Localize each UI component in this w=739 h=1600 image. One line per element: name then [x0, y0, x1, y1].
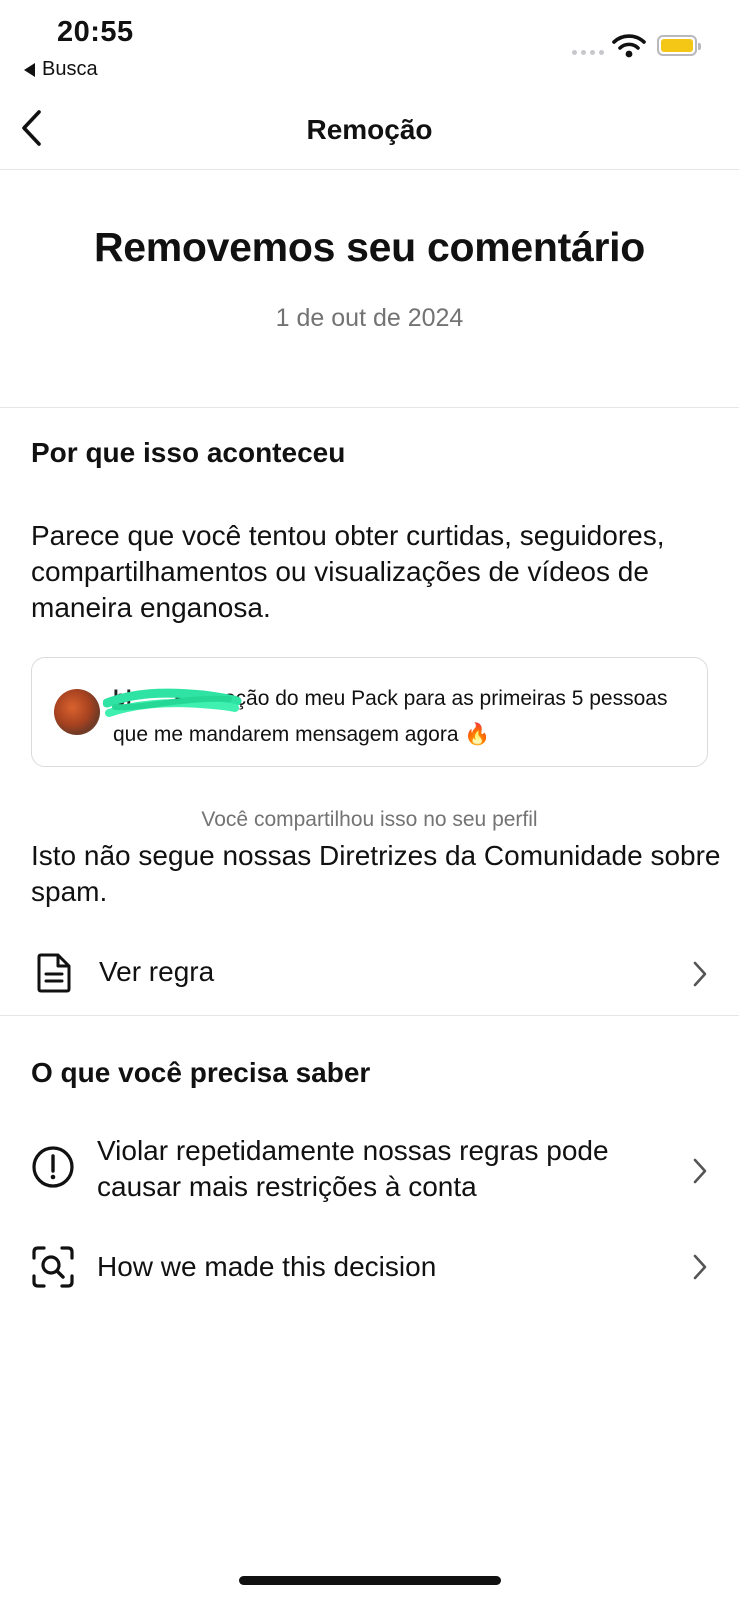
- section-divider: [0, 1015, 739, 1016]
- guideline-note: Isto não segue nossas Diretrizes da Comu…: [31, 840, 721, 907]
- why-explanation: Parece que você tentou obter curtidas, s…: [31, 520, 665, 623]
- chevron-right-icon: [693, 1254, 707, 1280]
- know-item-label: How we made this decision: [97, 1251, 437, 1282]
- see-rule-row[interactable]: Ver regra: [31, 952, 709, 1012]
- comment-username: bl: [103, 681, 242, 717]
- comment-text: bl Promoção do meu Pack para as primeira…: [103, 681, 693, 753]
- status-time: 20:55: [57, 16, 134, 48]
- exclamation-circle-icon: [32, 1146, 74, 1188]
- why-heading: Por que isso aconteceu: [31, 437, 346, 468]
- search-scan-icon: [32, 1246, 74, 1288]
- chevron-right-icon: [693, 961, 707, 987]
- wifi-icon: [612, 34, 646, 58]
- shared-note: Você compartilhou isso no seu perfil: [201, 808, 538, 831]
- section-divider: [0, 407, 739, 408]
- battery-icon: [657, 35, 701, 56]
- page-title: Remoção: [306, 114, 433, 145]
- header-divider: [0, 169, 739, 170]
- back-triangle-icon: [24, 62, 35, 77]
- know-item-decision[interactable]: How we made this decision: [31, 1245, 709, 1305]
- back-to-app-label: Busca: [42, 58, 98, 80]
- know-heading: O que você precisa saber: [31, 1057, 371, 1088]
- know-item-label: Violar repetidamente nossas regras pode …: [97, 1135, 609, 1202]
- avatar: [54, 689, 100, 735]
- back-to-app-link[interactable]: Busca: [24, 58, 98, 81]
- home-indicator[interactable]: [239, 1576, 501, 1585]
- chevron-right-icon: [693, 1158, 707, 1184]
- know-item-restrictions[interactable]: Violar repetidamente nossas regras pode …: [31, 1133, 709, 1209]
- removed-comment-card: bl Promoção do meu Pack para as primeira…: [31, 657, 708, 767]
- see-rule-label: Ver regra: [99, 956, 215, 987]
- redaction-scribble: [103, 688, 242, 717]
- cellular-signal-icon: [572, 50, 604, 55]
- document-icon: [37, 953, 71, 993]
- notice-title: Removemos seu comentário: [93, 224, 646, 270]
- notice-date: 1 de out de 2024: [275, 304, 464, 332]
